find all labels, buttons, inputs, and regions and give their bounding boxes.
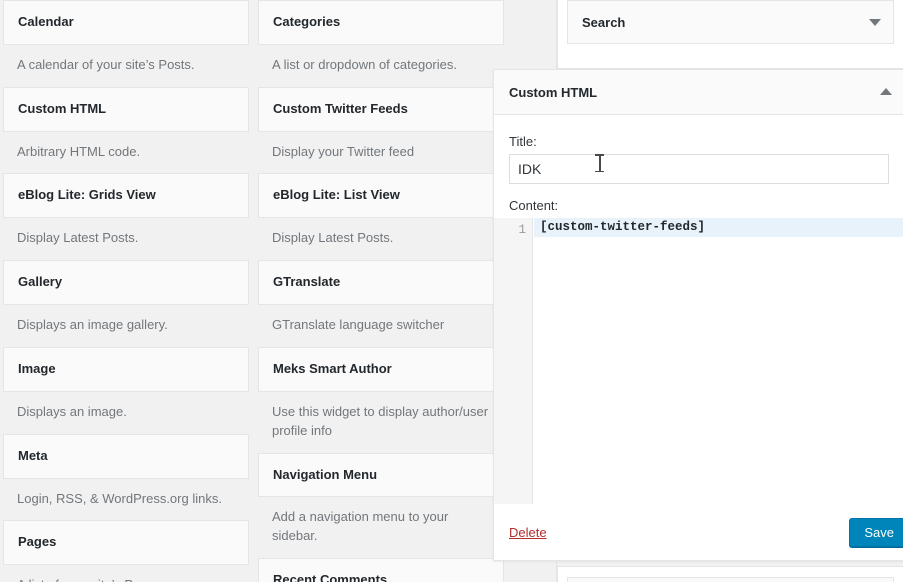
widget-card-description: A list or dropdown of categories. — [258, 44, 504, 87]
widget-card-description: Use this widget to display author/user p… — [258, 391, 504, 453]
widget-card[interactable]: Image — [3, 346, 249, 392]
widget-card[interactable]: Custom Twitter Feeds — [258, 86, 504, 132]
widget-card-description: A list of your site’s Pages. — [3, 565, 249, 582]
widget-card-description: Displays an image. — [3, 391, 249, 434]
widget-card-title: Custom Twitter Feeds — [273, 100, 408, 116]
custom-html-panel-footer: Delete Save — [494, 504, 903, 560]
save-button[interactable]: Save — [849, 517, 903, 547]
widget-card-description: GTranslate language switcher — [258, 305, 504, 347]
widget-card[interactable]: Custom HTML — [3, 86, 249, 132]
widget-card-title: eBlog Lite: Grids View — [18, 187, 156, 203]
widget-card-title: Meks Smart Author — [273, 360, 392, 376]
widget-card-description: Display Latest Posts. — [3, 218, 249, 261]
available-widgets-list: Calendar A calendar of your site’s Posts.… — [0, 0, 556, 582]
widget-card-title: Meta — [18, 447, 48, 463]
widget-card-title: Pages — [18, 534, 57, 550]
widget-card-description: Login, RSS, & WordPress.org links. — [3, 478, 249, 521]
widget-card[interactable]: Calendar — [3, 0, 249, 45]
sidebar-widget-placeholder[interactable] — [567, 577, 894, 582]
custom-html-panel-body: Title: Content: 1 [custom-twitter-feeds] — [494, 115, 903, 514]
widget-card-title: GTranslate — [273, 274, 341, 290]
widget-card[interactable]: Meta — [3, 433, 249, 479]
custom-html-panel-title: Custom HTML — [509, 84, 598, 100]
widget-card-title: Image — [18, 360, 56, 376]
widget-card-title: Calendar — [18, 14, 74, 29]
widget-card-description: Display your Twitter feed — [258, 131, 504, 174]
custom-html-panel-header[interactable]: Custom HTML — [494, 70, 903, 115]
widget-card[interactable]: Meks Smart Author — [258, 346, 504, 392]
widget-card-description: Add a navigation menu to your sidebar. — [258, 497, 504, 559]
widget-column-left: Calendar A calendar of your site’s Posts.… — [3, 0, 249, 582]
widget-card[interactable]: eBlog Lite: Grids View — [3, 173, 249, 219]
widget-column-right: Categories A list or dropdown of categori… — [258, 0, 504, 582]
sidebar-widget-container-lower — [557, 566, 903, 582]
widget-card[interactable]: Navigation Menu — [258, 452, 504, 498]
widget-card-description: Displays an image gallery. — [3, 305, 249, 347]
content-code-editor[interactable]: 1 [custom-twitter-feeds] — [494, 218, 903, 514]
widget-card[interactable]: Recent Comments — [258, 558, 504, 582]
widget-card-description: Arbitrary HTML code. — [3, 131, 249, 174]
sidebar-widget-search-title: Search — [582, 14, 626, 30]
code-line-number: 1 — [518, 223, 526, 237]
widget-card-title: Navigation Menu — [273, 466, 378, 482]
widgets-screen: Calendar A calendar of your site’s Posts.… — [0, 0, 903, 582]
sidebar-widget-search[interactable]: Search — [567, 0, 894, 44]
widget-card[interactable]: Categories — [258, 0, 504, 45]
widget-card-title: Gallery — [18, 274, 63, 290]
content-field-label: Content: — [509, 198, 559, 213]
code-gutter: 1 — [494, 218, 533, 513]
widget-card[interactable]: GTranslate — [258, 260, 504, 306]
custom-html-widget-panel: Custom HTML Title: Content: 1 [custom-tw… — [493, 69, 903, 561]
widget-card[interactable]: Gallery — [3, 260, 249, 306]
sidebar-widget-container: Search — [557, 0, 903, 69]
widget-card-title: Custom HTML — [18, 100, 107, 116]
widget-card[interactable]: eBlog Lite: List View — [258, 173, 504, 219]
title-field-label: Title: — [509, 134, 537, 149]
widget-card[interactable]: Pages — [3, 520, 249, 566]
chevron-down-icon[interactable] — [869, 19, 881, 26]
widget-card-title: Categories — [273, 14, 341, 29]
widget-card-description: Display Latest Posts. — [258, 218, 504, 261]
chevron-up-icon[interactable] — [880, 88, 892, 95]
widget-card-title: eBlog Lite: List View — [273, 187, 400, 203]
delete-link[interactable]: Delete — [509, 525, 547, 540]
title-input[interactable] — [509, 154, 889, 184]
widget-card-title: Recent Comments — [273, 572, 388, 582]
code-line[interactable]: [custom-twitter-feeds] — [534, 218, 903, 237]
widget-card-description: A calendar of your site’s Posts. — [3, 44, 249, 87]
code-text-area[interactable]: [custom-twitter-feeds] — [534, 218, 903, 513]
